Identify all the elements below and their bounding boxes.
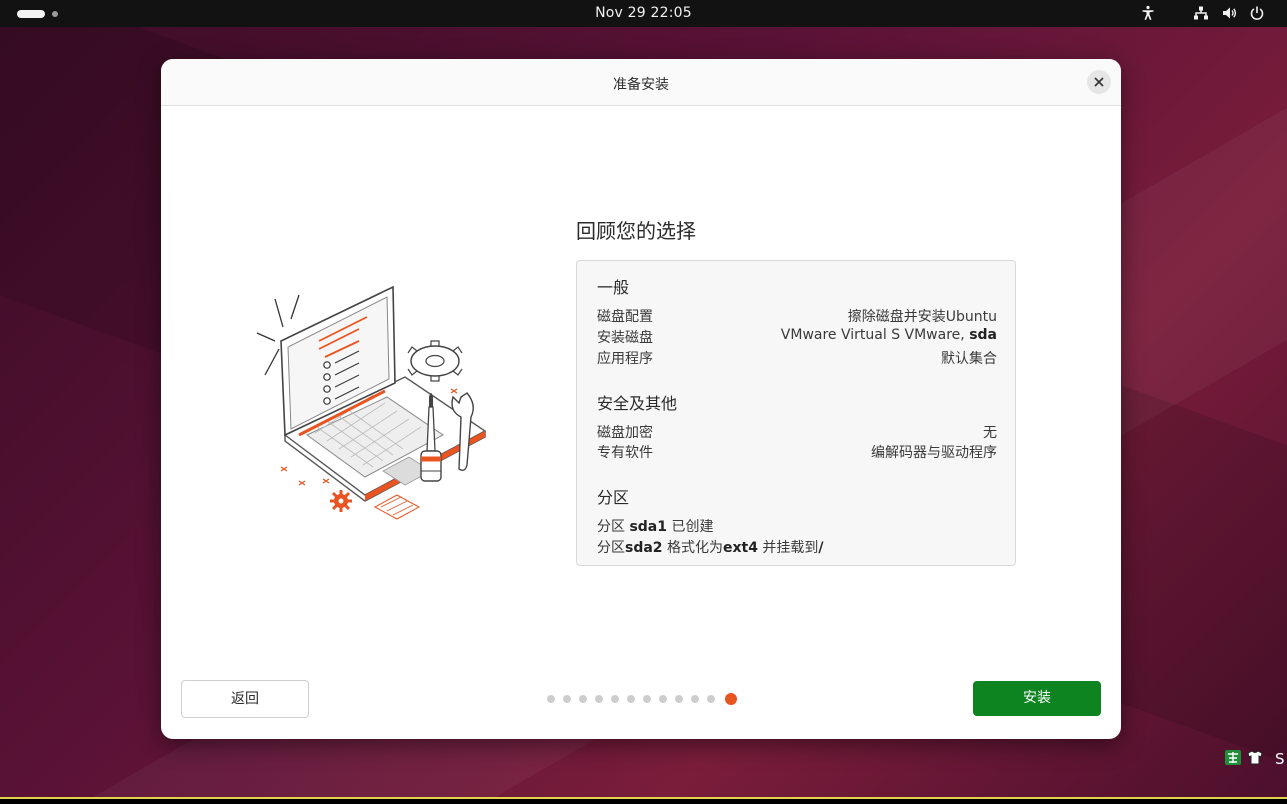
step-dot <box>595 695 603 703</box>
dialog-title: 准备安装 <box>613 77 669 93</box>
disk-device: sda <box>969 327 997 343</box>
step-dot <box>611 695 619 703</box>
step-dot <box>659 695 667 703</box>
row-value: 编解码器与驱动程序 <box>871 445 997 461</box>
summary-panel: 一般 磁盘配置 擦除磁盘并安装Ubuntu 安装磁盘 VMware Virtua… <box>576 260 1016 566</box>
step-dot <box>579 695 587 703</box>
dialog-header: 准备安装 <box>161 59 1121 106</box>
row-install-disk: 安装磁盘 VMware Virtual S VMware, sda <box>597 327 997 347</box>
tray-letter-icon: S <box>1275 750 1285 768</box>
partition-name: sda2 <box>625 540 663 556</box>
group-security-title: 安全及其他 <box>597 394 678 413</box>
laptop-tools-illustration <box>256 285 487 520</box>
row-proprietary-software: 专有软件 编解码器与驱动程序 <box>597 442 997 462</box>
step-dot <box>547 695 555 703</box>
step-dot <box>707 695 715 703</box>
desktop-bottom-edge <box>0 797 1287 804</box>
partition-line-sda2: 分区sda2 格式化为ext4 并挂载到/ <box>597 537 824 557</box>
group-general-title: 一般 <box>597 278 630 297</box>
accessibility-icon[interactable] <box>1140 5 1156 21</box>
filesystem: ext4 <box>723 540 758 556</box>
row-key: 专有软件 <box>597 445 653 461</box>
row-key: 安装磁盘 <box>597 330 653 346</box>
shirt-icon <box>1247 750 1263 765</box>
text: 分区 <box>597 519 630 535</box>
top-bar: Nov 29 22:05 <box>0 0 1287 27</box>
step-indicator <box>547 692 747 706</box>
row-value: 默认集合 <box>941 351 997 367</box>
group-partitions-title: 分区 <box>597 488 630 507</box>
close-button[interactable] <box>1087 70 1111 94</box>
text: 分区 <box>597 540 625 556</box>
text: 格式化为 <box>662 540 723 556</box>
installer-dialog: 准备安装 回顾您的选择 一般 磁盘配置 擦除磁盘并安装Ubuntu 安装磁盘 V… <box>161 59 1121 739</box>
row-value: 擦除磁盘并安装Ubuntu <box>847 309 997 325</box>
install-button[interactable]: 安装 <box>973 681 1101 716</box>
text: 并挂载到 <box>757 540 819 556</box>
partition-name: sda1 <box>629 519 667 535</box>
text: 已创建 <box>667 519 714 535</box>
row-disk-encryption: 磁盘加密 无 <box>597 422 997 442</box>
step-dot-current <box>725 693 737 705</box>
step-dot <box>627 695 635 703</box>
row-key: 磁盘加密 <box>597 425 653 441</box>
review-title: 回顾您的选择 <box>576 219 696 243</box>
row-key: 应用程序 <box>597 351 653 367</box>
step-dot <box>691 695 699 703</box>
row-value: VMware Virtual S VMware, sda <box>781 327 997 343</box>
row-value: 无 <box>983 425 997 441</box>
step-dot <box>563 695 571 703</box>
row-applications: 应用程序 默认集合 <box>597 348 997 368</box>
corner-indicators: S <box>1225 750 1285 768</box>
network-icon[interactable] <box>1193 5 1209 21</box>
row-disk-setup: 磁盘配置 擦除磁盘并安装Ubuntu <box>597 306 997 326</box>
disk-model: VMware Virtual S VMware, <box>780 327 970 343</box>
partition-line-sda1: 分区 sda1 已创建 <box>597 516 713 536</box>
volume-icon[interactable] <box>1221 5 1237 21</box>
mount-point: / <box>818 540 824 556</box>
step-dot <box>643 695 651 703</box>
power-icon[interactable] <box>1249 5 1265 21</box>
clock[interactable]: Nov 29 22:05 <box>0 5 1287 21</box>
back-button[interactable]: 返回 <box>181 680 309 718</box>
row-key: 磁盘配置 <box>597 309 653 325</box>
close-icon <box>1094 77 1104 87</box>
step-dot <box>675 695 683 703</box>
